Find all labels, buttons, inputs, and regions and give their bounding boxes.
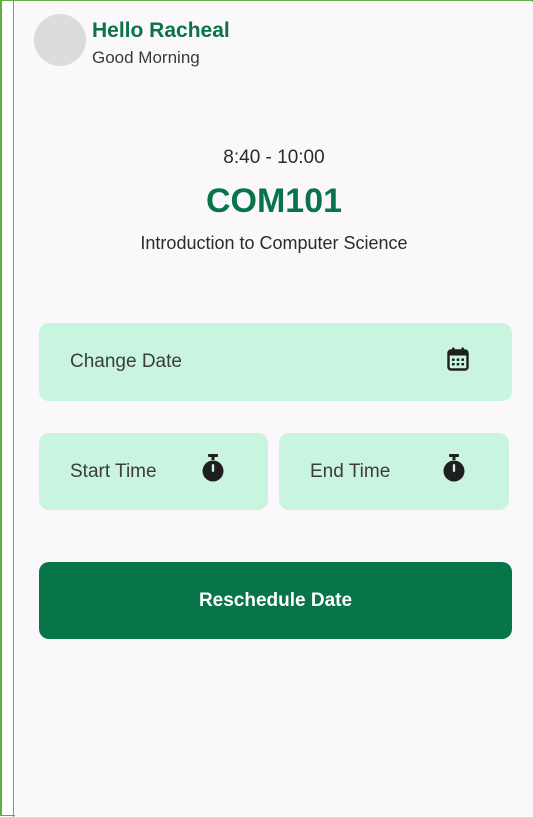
course-name: Introduction to Computer Science — [140, 233, 408, 253]
reschedule-date-button[interactable]: Reschedule Date — [39, 562, 512, 639]
end-time-label: End Time — [310, 460, 391, 482]
change-date-field[interactable]: Change Date — [39, 323, 512, 401]
course-code: COM101 — [205, 182, 343, 220]
greeting-title: Hello Racheal — [92, 19, 230, 42]
stopwatch-icon[interactable] — [202, 453, 224, 483]
calendar-icon[interactable] — [447, 347, 469, 371]
start-time-field[interactable]: Start Time — [39, 433, 268, 510]
change-date-label: Change Date — [70, 351, 182, 372]
app-screen: Hello Racheal Good Morning 8:40 - 10:00 … — [15, 2, 533, 816]
greeting-subtitle: Good Morning — [92, 48, 200, 67]
course-time: 8:40 - 10:00 — [223, 147, 325, 168]
frame-divider — [13, 1, 14, 817]
end-time-field[interactable]: End Time — [279, 433, 509, 510]
avatar[interactable] — [34, 14, 86, 66]
stopwatch-icon[interactable] — [443, 453, 465, 483]
start-time-label: Start Time — [70, 460, 157, 482]
device-frame: Hello Racheal Good Morning 8:40 - 10:00 … — [0, 0, 533, 817]
